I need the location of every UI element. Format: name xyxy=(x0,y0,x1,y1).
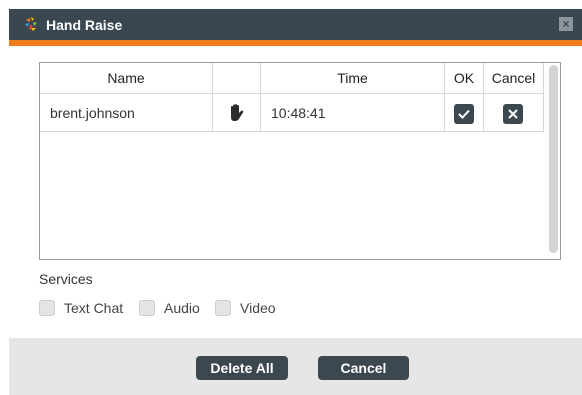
ok-button[interactable] xyxy=(454,104,474,124)
vertical-scrollbar[interactable] xyxy=(549,65,558,253)
title-bar[interactable]: Hand Raise × xyxy=(9,9,582,46)
column-header-ok[interactable]: OK xyxy=(445,63,483,93)
checkmark-icon xyxy=(458,109,470,119)
cancel-row-button[interactable] xyxy=(503,104,523,124)
text-chat-label: Text Chat xyxy=(64,300,124,316)
column-header-icon xyxy=(213,63,260,93)
column-header-cancel[interactable]: Cancel xyxy=(484,63,543,93)
cancel-button[interactable]: Cancel xyxy=(318,356,409,380)
close-icon xyxy=(508,109,518,119)
hand-raise-dialog: Hand Raise × Name Time OK Cancel brent.j… xyxy=(9,9,582,395)
hand-raise-table: Name Time OK Cancel brent.johnson 10:48:… xyxy=(39,62,561,260)
column-header-name[interactable]: Name xyxy=(40,63,212,93)
checkbox-box[interactable] xyxy=(39,300,55,316)
column-header-time[interactable]: Time xyxy=(261,63,444,93)
row-time: 10:48:41 xyxy=(271,105,326,121)
hand-raise-logo-icon xyxy=(22,15,40,33)
delete-all-button[interactable]: Delete All xyxy=(196,356,288,380)
audio-label: Audio xyxy=(164,300,200,316)
column-divider xyxy=(543,63,544,131)
dialog-title: Hand Raise xyxy=(46,17,123,33)
row-name: brent.johnson xyxy=(50,105,135,121)
checkbox-box[interactable] xyxy=(139,300,155,316)
checkbox-box[interactable] xyxy=(215,300,231,316)
services-label: Services xyxy=(39,271,93,287)
close-icon[interactable]: × xyxy=(559,17,573,31)
raised-hand-icon xyxy=(213,94,260,132)
dialog-footer: Delete All Cancel xyxy=(9,338,582,395)
video-label: Video xyxy=(240,300,276,316)
